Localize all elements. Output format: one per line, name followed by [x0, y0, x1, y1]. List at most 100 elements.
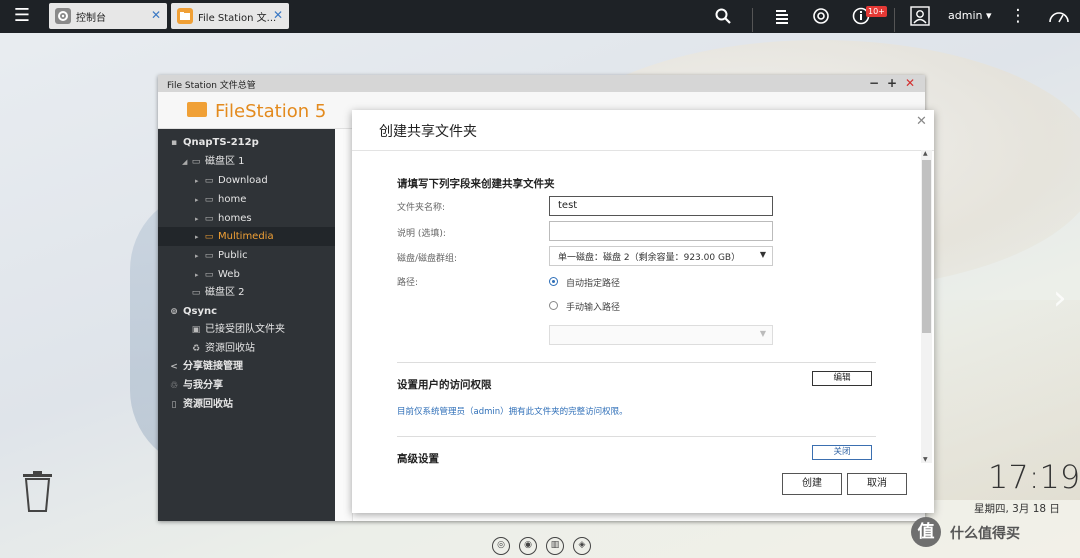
tree-label: 磁盘区 1 [205, 156, 245, 167]
dock-icon-1[interactable]: ◎ [492, 537, 510, 555]
advanced-close-button[interactable]: 关闭 [812, 445, 872, 460]
dashboard-icon[interactable] [1044, 0, 1074, 33]
path-label: 路径: [397, 278, 419, 288]
chevron-right-icon[interactable]: ▸ [195, 228, 203, 247]
section-heading: 请填写下列字段来创建共享文件夹 [397, 178, 555, 190]
path-auto-radio[interactable] [549, 277, 558, 286]
tab-file-station[interactable]: File Station 文... ✕ [171, 3, 289, 29]
top-bar: ☰ 控制台 ✕ File Station 文... ✕ 10+ admin ▾ … [0, 0, 1080, 33]
more-icon[interactable]: ⋮ [1003, 0, 1033, 33]
user-menu[interactable]: admin ▾ [948, 9, 991, 22]
disk-select[interactable]: 单一磁盘：磁盘 2（剩余容量：923.00 GB） ▼ [549, 246, 773, 266]
tasks-icon[interactable] [767, 0, 797, 33]
dialog-scrollbar[interactable]: ▲ ▼ [921, 150, 932, 463]
chevron-down-icon[interactable]: ▼ [923, 456, 928, 463]
watermark-logo: 值 [911, 517, 941, 547]
maximize-icon[interactable]: + [887, 76, 897, 90]
tree-item-volume2[interactable]: ▭ 磁盘区 2 [158, 283, 335, 302]
server-icon: ▪ [170, 138, 178, 148]
cancel-button[interactable]: 取消 [847, 473, 907, 495]
sidebar-tree: ▪ QnapTS-212p ◢ ▭ 磁盘区 1 ▸ ▭ Download ▸ ▭ home ▸… [158, 129, 335, 521]
tree-item-recycle-bin[interactable]: ▯ 资源回收站 [158, 395, 335, 414]
tree-label: 资源回收站 [205, 343, 255, 354]
tree-label: 磁盘区 2 [205, 287, 245, 298]
file-list-area [335, 129, 353, 521]
user-icon[interactable] [905, 0, 935, 33]
tree-item-team-folder[interactable]: ▣ 已接受团队文件夹 [158, 320, 335, 339]
tree-label: homes [218, 213, 252, 224]
tree-item-home[interactable]: ▸ ▭ home [158, 190, 335, 209]
search-icon[interactable] [708, 0, 738, 33]
path-select[interactable]: ▼ [549, 325, 773, 345]
folder-icon: ▭ [204, 232, 214, 242]
folder-icon [177, 8, 193, 24]
divider [894, 8, 895, 32]
access-info-text: 目前仅系统管理员（admin）拥有此文件夹的完整访问权限。 [397, 407, 628, 417]
desktop-date: 星期四, 3月 18 日 [974, 503, 1060, 515]
dock-icon-3[interactable]: ▥ [546, 537, 564, 555]
chevron-down-icon[interactable]: ◢ [182, 153, 190, 172]
description-input[interactable] [549, 221, 773, 241]
tree-item-download[interactable]: ▸ ▭ Download [158, 171, 335, 190]
dock-icon-2[interactable]: ◉ [519, 537, 537, 555]
dock-icon-4[interactable]: ◈ [573, 537, 591, 555]
description-label: 说明 (选填): [397, 229, 446, 239]
folder-icon: ▭ [204, 195, 214, 205]
edit-button[interactable]: 编辑 [812, 371, 872, 386]
tree-label: Public [218, 250, 248, 261]
close-icon[interactable]: ✕ [916, 114, 927, 129]
chevron-right-icon[interactable]: › [1053, 278, 1067, 318]
tree-item-volume1[interactable]: ◢ ▭ 磁盘区 1 [158, 152, 335, 171]
tree-item-nas[interactable]: ▪ QnapTS-212p [158, 133, 335, 152]
chevron-right-icon[interactable]: ▸ [195, 247, 203, 266]
tree-item-qsync-recycle[interactable]: ♻ 资源回收站 [158, 339, 335, 358]
scrollbar-thumb[interactable] [922, 160, 931, 333]
path-manual-radio[interactable] [549, 301, 558, 310]
section-heading: 设置用户的访问权限 [397, 379, 492, 391]
create-button[interactable]: 创建 [782, 473, 842, 495]
tree-item-web[interactable]: ▸ ▭ Web [158, 265, 335, 284]
trash-icon[interactable] [22, 470, 53, 512]
chevron-right-icon[interactable]: ▸ [195, 191, 203, 210]
divider [397, 436, 876, 437]
menu-icon[interactable]: ☰ [0, 0, 44, 33]
tree-label: 已接受团队文件夹 [205, 324, 285, 335]
tree-item-qsync[interactable]: ⊚ Qsync [158, 302, 335, 321]
divider [397, 362, 876, 363]
tab-label: File Station 文... [198, 13, 277, 24]
tree-label: 分享链接管理 [183, 361, 243, 372]
tree-item-public[interactable]: ▸ ▭ Public [158, 246, 335, 265]
tree-item-share-links[interactable]: < 分享链接管理 [158, 357, 335, 376]
path-manual-label: 手动输入路径 [566, 303, 621, 313]
chevron-up-icon[interactable]: ▲ [923, 150, 928, 157]
dialog-title: 创建共享文件夹 [379, 124, 477, 140]
sync-icon[interactable] [806, 0, 836, 33]
path-auto-label: 自动指定路径 [566, 279, 621, 289]
chevron-right-icon[interactable]: ▸ [195, 172, 203, 191]
tree-label: Download [218, 175, 268, 186]
tree-item-homes[interactable]: ▸ ▭ homes [158, 209, 335, 228]
tree-label: 与我分享 [183, 380, 223, 391]
disk-label: 磁盘/磁盘群组: [397, 254, 458, 264]
close-icon[interactable]: ✕ [905, 76, 915, 90]
folder-name-input[interactable]: test [549, 196, 773, 216]
tree-item-shared-with-me[interactable]: ♲ 与我分享 [158, 376, 335, 395]
tree-label: home [218, 194, 247, 205]
tree-label: 资源回收站 [183, 399, 233, 410]
folder-icon: ▭ [204, 251, 214, 261]
minimize-icon[interactable]: − [869, 76, 879, 90]
team-folder-icon: ▣ [191, 325, 201, 335]
tree-item-multimedia[interactable]: ▸ ▭ Multimedia [158, 227, 335, 246]
share-icon: < [170, 362, 178, 372]
close-icon[interactable]: ✕ [151, 8, 161, 22]
window-title: File Station 文件总管 [167, 81, 256, 91]
divider [352, 150, 934, 151]
trash-icon: ▯ [171, 400, 177, 410]
notification-badge: 10+ [866, 6, 887, 17]
close-icon[interactable]: ✕ [273, 8, 283, 22]
divider [752, 8, 753, 32]
tree-label: QnapTS-212p [183, 137, 259, 148]
tree-label: Qsync [183, 306, 218, 317]
disk-icon: ▭ [191, 157, 201, 167]
tab-control-panel[interactable]: 控制台 ✕ [49, 3, 167, 29]
